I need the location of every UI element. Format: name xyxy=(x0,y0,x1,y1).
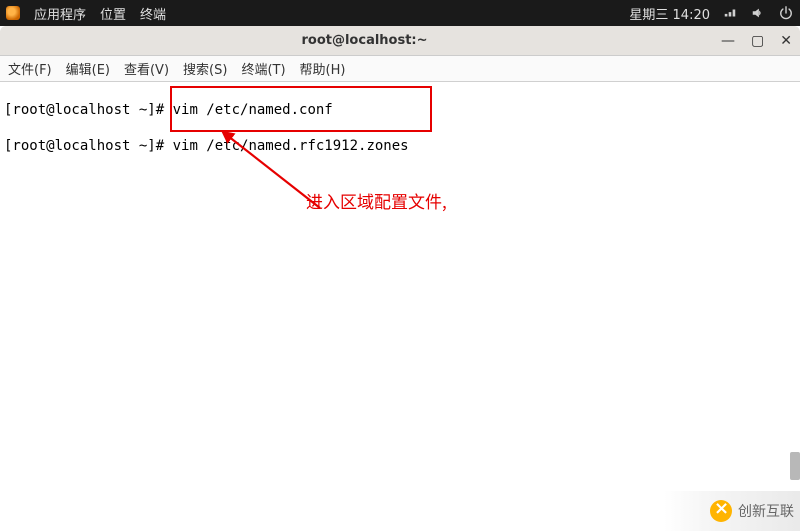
terminal-area[interactable]: [root@localhost ~]# vim /etc/named.conf … xyxy=(0,82,800,531)
menubar: 文件(F) 编辑(E) 查看(V) 搜索(S) 终端(T) 帮助(H) xyxy=(0,56,800,82)
annotation-text: 进入区域配置文件, xyxy=(306,192,447,210)
command: vim /etc/named.conf xyxy=(173,102,333,118)
menu-terminal[interactable]: 终端(T) xyxy=(241,59,285,78)
menu-view[interactable]: 查看(V) xyxy=(124,59,169,78)
window-title: root@localhost:~ xyxy=(301,33,427,48)
terminal-menu-item[interactable]: 终端 xyxy=(140,4,166,23)
command: vim /etc/named.rfc1912.zones xyxy=(173,138,409,154)
terminal-line: [root@localhost ~]# vim /etc/named.conf xyxy=(4,101,796,119)
menu-help[interactable]: 帮助(H) xyxy=(300,59,346,78)
terminal-line: [root@localhost ~]# vim /etc/named.rfc19… xyxy=(4,137,796,155)
watermark-text: 创新互联 xyxy=(738,501,794,521)
menu-file[interactable]: 文件(F) xyxy=(8,59,52,78)
scrollbar-thumb[interactable] xyxy=(790,452,800,480)
system-panel: 应用程序 位置 终端 星期三 14:20 xyxy=(0,0,800,26)
network-icon[interactable] xyxy=(722,5,738,21)
clock[interactable]: 星期三 14:20 xyxy=(629,4,710,23)
window-titlebar[interactable]: root@localhost:~ — ▢ ✕ xyxy=(0,26,800,56)
minimize-button[interactable]: — xyxy=(721,34,735,48)
power-icon[interactable] xyxy=(778,5,794,21)
maximize-button[interactable]: ▢ xyxy=(751,34,764,48)
menu-search[interactable]: 搜索(S) xyxy=(183,59,227,78)
watermark: 创新互联 xyxy=(664,491,800,531)
places-menu[interactable]: 位置 xyxy=(100,4,126,23)
volume-icon[interactable] xyxy=(750,5,766,21)
menu-edit[interactable]: 编辑(E) xyxy=(66,59,110,78)
close-button[interactable]: ✕ xyxy=(780,34,792,48)
watermark-logo-icon xyxy=(710,500,732,522)
prompt: [root@localhost ~]# xyxy=(4,102,164,118)
prompt: [root@localhost ~]# xyxy=(4,138,164,154)
activities-icon[interactable] xyxy=(6,6,20,20)
applications-menu[interactable]: 应用程序 xyxy=(34,4,86,23)
